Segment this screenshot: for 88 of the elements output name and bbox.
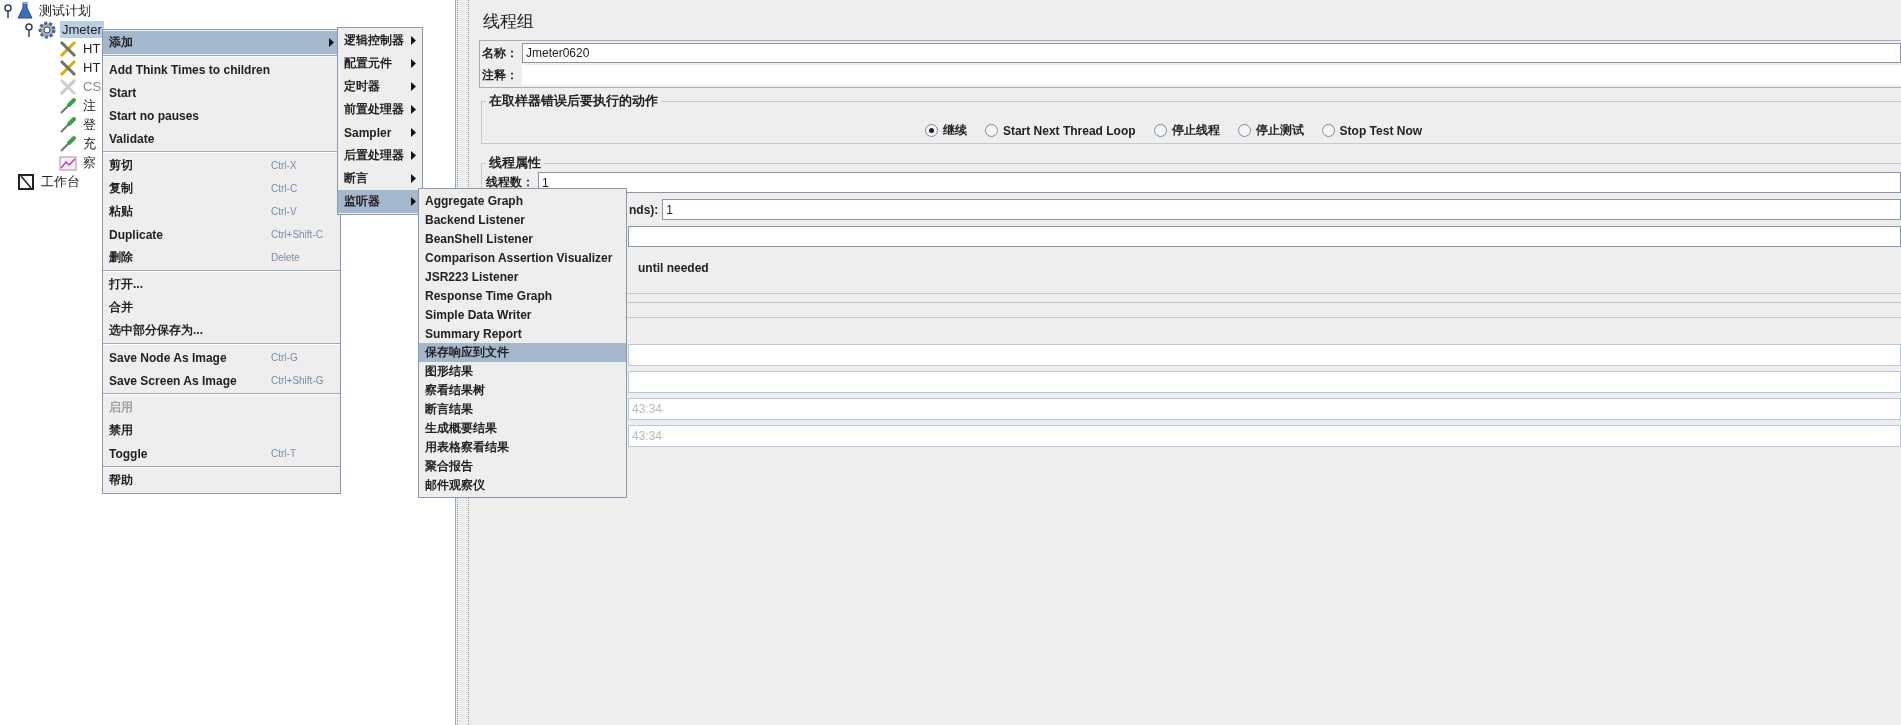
menu-item[interactable]: 察看结果树 xyxy=(419,381,626,400)
menu-item[interactable]: 断言 xyxy=(338,167,422,190)
tree-node[interactable]: 察 xyxy=(81,154,98,171)
tree-node[interactable]: HT xyxy=(81,40,103,57)
menu-item[interactable]: 生成概要结果 xyxy=(419,419,626,438)
menu-item[interactable]: Comparison Assertion Visualizer xyxy=(419,248,626,267)
menu-item[interactable]: 邮件观察仪 xyxy=(419,476,626,495)
submenu-arrow-icon xyxy=(411,151,416,160)
crossed-tools-icon xyxy=(59,39,77,58)
menu-item[interactable]: Duplicate Ctrl+Shift-C xyxy=(103,223,340,246)
menu-item[interactable]: 添加 xyxy=(103,31,340,54)
menu-item[interactable]: 剪切 Ctrl-X xyxy=(103,154,340,177)
panel-title: 线程组 xyxy=(482,11,535,33)
name-label: 名称： xyxy=(482,44,518,62)
menu-item[interactable]: 用表格察看结果 xyxy=(419,438,626,457)
menu-item[interactable]: Backend Listener xyxy=(419,210,626,229)
menu-item[interactable]: 图形结果 xyxy=(419,362,626,381)
menu-item[interactable]: 合并 xyxy=(103,296,340,319)
menu-item[interactable]: 删除 Delete xyxy=(103,246,340,269)
menu-item[interactable]: Summary Report xyxy=(419,324,626,343)
submenu-arrow-icon xyxy=(411,36,416,45)
menu-item[interactable]: 前置处理器 xyxy=(338,98,422,121)
menu-item[interactable]: 断言结果 xyxy=(419,400,626,419)
menu-item[interactable]: Save Screen As Image Ctrl+Shift-G xyxy=(103,369,340,392)
expand-handle-icon[interactable] xyxy=(24,22,34,37)
workbench-icon xyxy=(17,172,35,191)
field-label: 线程数： xyxy=(486,174,534,191)
menu-item[interactable]: 帮助 xyxy=(103,469,340,492)
menu-item[interactable]: BeanShell Listener xyxy=(419,229,626,248)
menu-item[interactable]: Start no pauses xyxy=(103,104,340,127)
menu-item[interactable]: 打开... xyxy=(103,273,340,296)
menu-item[interactable]: Toggle Ctrl-T xyxy=(103,442,340,465)
menu-item[interactable]: 聚合报告 xyxy=(419,457,626,476)
tree-node[interactable]: Jmeter xyxy=(60,21,104,38)
name-field[interactable]: Jmeter0620 xyxy=(522,43,1901,63)
menu-item[interactable]: 保存响应到文件 xyxy=(419,343,626,362)
crossed-tools-icon xyxy=(59,77,77,96)
submenu-arrow-icon xyxy=(411,197,416,206)
submenu-arrow-icon xyxy=(411,105,416,114)
radio-option[interactable]: Start Next Thread Loop xyxy=(984,122,1136,139)
submenu-arrow-icon xyxy=(411,174,416,183)
menu-item[interactable]: Save Node As Image Ctrl-G xyxy=(103,346,340,369)
tree-node[interactable]: 注 xyxy=(81,97,98,114)
submenu-arrow-icon xyxy=(411,59,416,68)
field-label: nds): xyxy=(629,202,659,217)
tree-node[interactable]: HT xyxy=(81,59,103,76)
pipette-icon xyxy=(59,115,77,134)
pipette-icon xyxy=(59,134,77,153)
tree-node[interactable]: 充 xyxy=(81,135,98,152)
menu-item[interactable]: Simple Data Writer xyxy=(419,305,626,324)
radio-option[interactable]: 继续 xyxy=(924,122,967,139)
comment-label: 注释： xyxy=(482,66,518,84)
menu-item[interactable]: 定时器 xyxy=(338,75,422,98)
group-title: 线程属性 xyxy=(488,154,542,172)
menu-item[interactable]: 粘贴 Ctrl-V xyxy=(103,200,340,223)
menu-item[interactable]: Response Time Graph xyxy=(419,286,626,305)
expand-handle-icon[interactable] xyxy=(3,3,13,18)
menu-item[interactable]: JSR223 Listener xyxy=(419,267,626,286)
submenu-arrow-icon xyxy=(411,128,416,137)
chart-icon xyxy=(59,154,77,171)
checkbox-label: until needed xyxy=(638,261,709,275)
crossed-tools-icon xyxy=(59,58,77,77)
menu-item[interactable]: 选中部分保存为... xyxy=(103,319,340,342)
menu-item[interactable]: 后置处理器 xyxy=(338,144,422,167)
menu-item[interactable]: Validate xyxy=(103,127,340,150)
menu-item[interactable]: 逻辑控制器 xyxy=(338,29,422,52)
pipette-icon xyxy=(59,96,77,115)
radio-option[interactable]: Stop Test Now xyxy=(1321,122,1423,139)
flask-icon xyxy=(17,1,33,20)
menu-item[interactable]: 配置元件 xyxy=(338,52,422,75)
menu-item[interactable]: Aggregate Graph xyxy=(419,191,626,210)
tree-node[interactable]: 工作台 xyxy=(39,173,82,190)
menu-item[interactable]: Add Think Times to children xyxy=(103,58,340,81)
menu-item[interactable]: 禁用 xyxy=(103,419,340,442)
group-title: 在取样器错误后要执行的动作 xyxy=(488,92,659,110)
tree-node[interactable]: 测试计划 xyxy=(37,2,93,19)
gear-icon xyxy=(38,20,56,39)
input-field[interactable]: 1 xyxy=(662,199,1901,220)
radio-option[interactable]: 停止测试 xyxy=(1237,122,1304,139)
submenu-arrow-icon xyxy=(411,82,416,91)
menu-item[interactable]: Sampler xyxy=(338,121,422,144)
input-field[interactable] xyxy=(628,226,1901,247)
submenu-arrow-icon xyxy=(329,38,334,47)
radio-option[interactable]: 停止线程 xyxy=(1153,122,1220,139)
input-field[interactable]: 1 xyxy=(538,172,1901,193)
menu-item[interactable]: Start xyxy=(103,81,340,104)
tree-node[interactable]: 登 xyxy=(81,116,98,133)
menu-item[interactable]: 复制 Ctrl-C xyxy=(103,177,340,200)
